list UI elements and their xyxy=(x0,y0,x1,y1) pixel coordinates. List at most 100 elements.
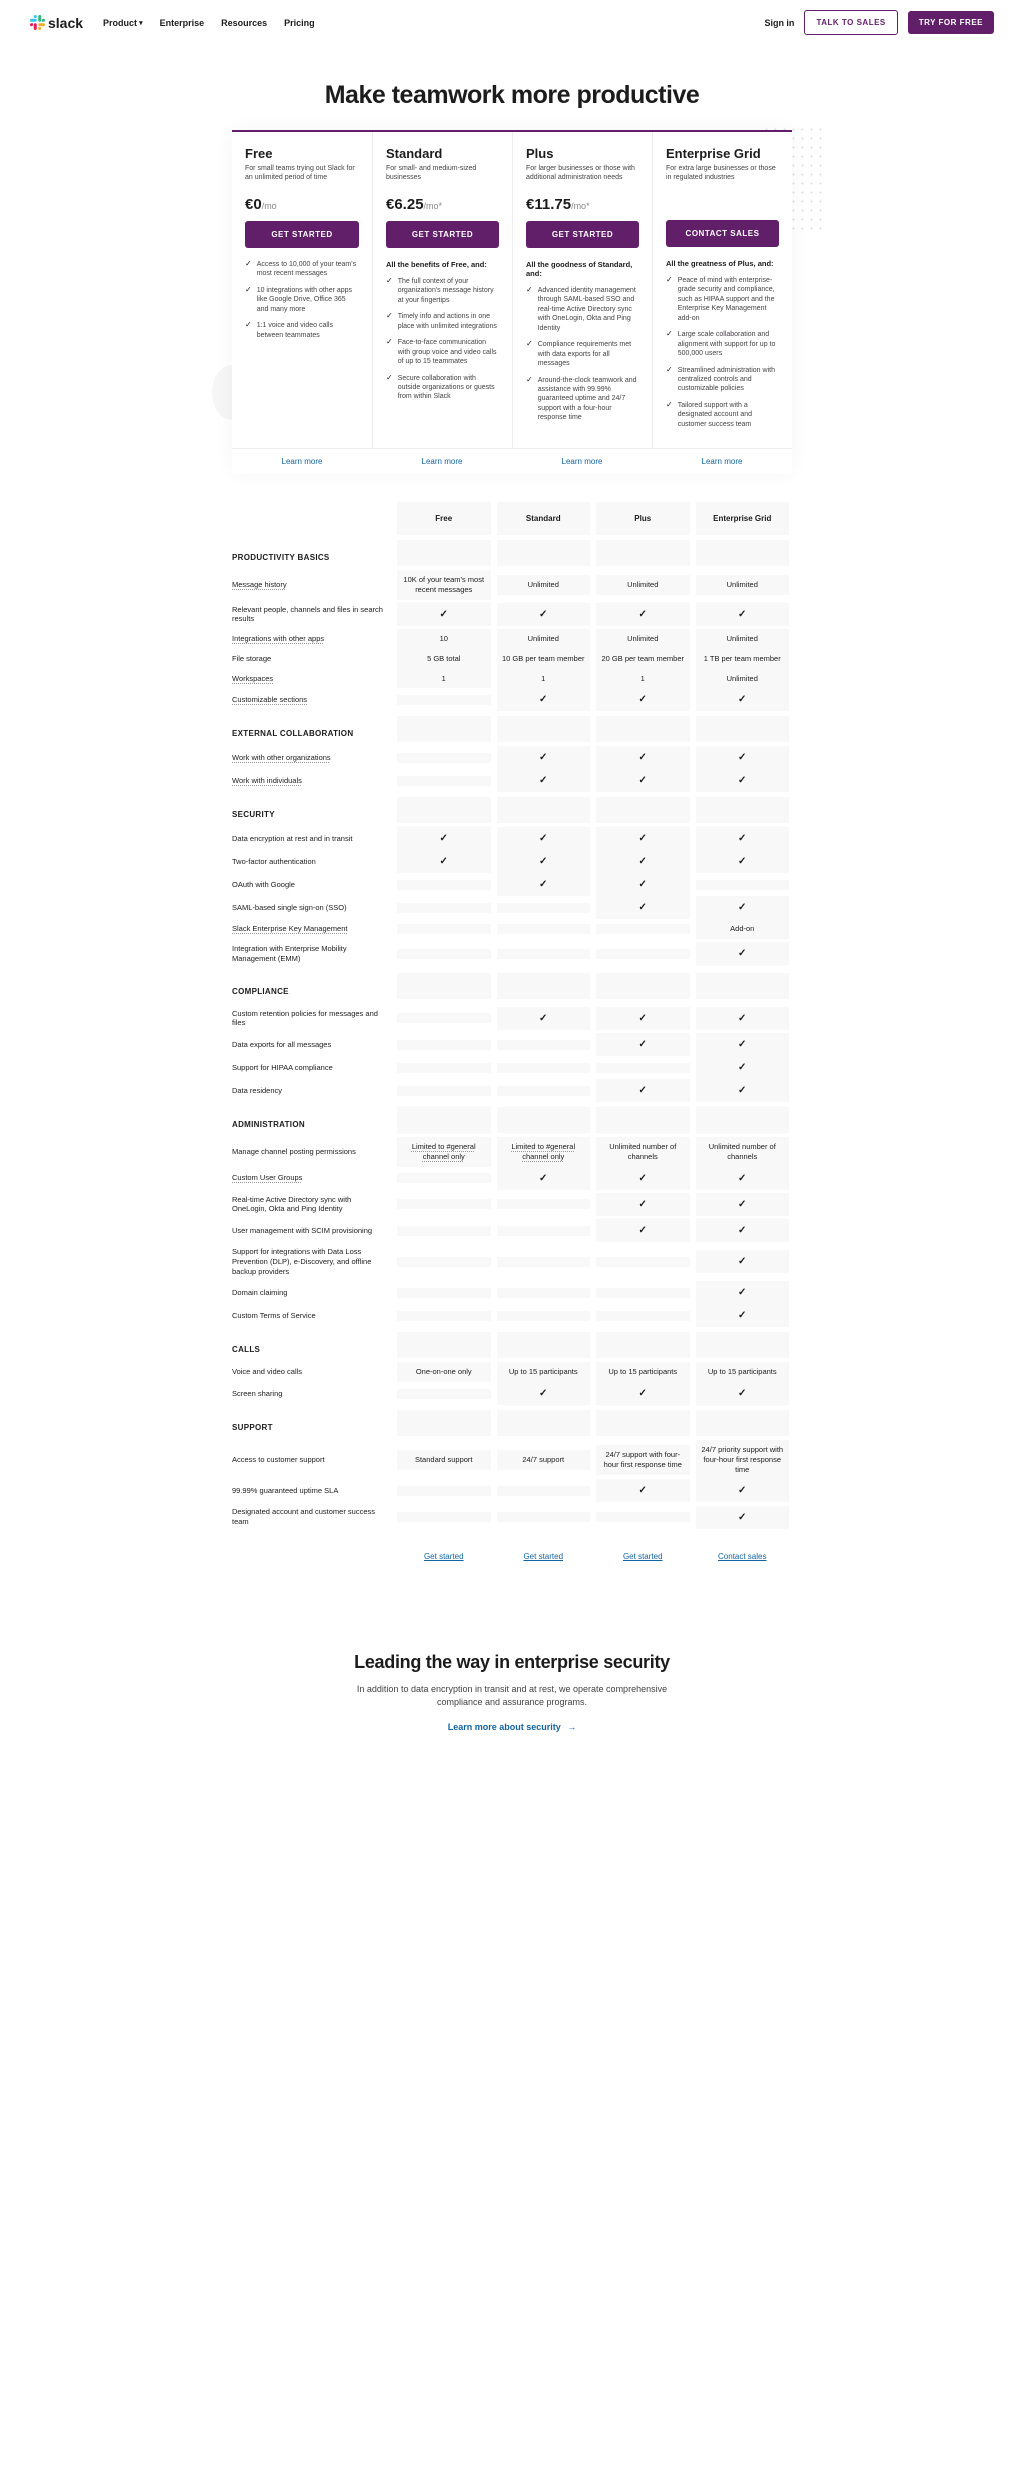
row-label: Workspaces xyxy=(232,669,394,689)
top-nav: slack Product▾ Enterprise Resources Pric… xyxy=(0,0,1024,45)
table-cell xyxy=(397,1512,491,1522)
table-cell xyxy=(696,769,790,792)
table-cell xyxy=(696,827,790,850)
learn-more-link[interactable]: Learn more xyxy=(652,448,792,474)
table-cell xyxy=(397,1173,491,1183)
table-cell xyxy=(596,924,690,934)
category-header: ADMINISTRATION xyxy=(232,1102,394,1137)
table-cell xyxy=(497,1040,591,1050)
table-cell xyxy=(497,1063,591,1073)
plan-cta-button[interactable]: GET STARTED xyxy=(386,221,499,248)
table-cell: 1 xyxy=(497,669,591,689)
row-label: Custom User Groups xyxy=(232,1168,394,1188)
table-cell xyxy=(497,1167,591,1190)
table-cell xyxy=(497,769,591,792)
plan-cta-button[interactable]: CONTACT SALES xyxy=(666,220,779,247)
brand-name: slack xyxy=(48,15,83,31)
row-label: Real-time Active Directory sync with One… xyxy=(232,1190,394,1220)
table-cell xyxy=(397,603,491,626)
plan-name: Enterprise Grid xyxy=(666,146,779,161)
logo[interactable]: slack xyxy=(30,15,83,31)
table-cell xyxy=(397,1288,491,1298)
table-cell xyxy=(596,1257,690,1267)
category-header: SUPPORT xyxy=(232,1405,394,1440)
table-cell xyxy=(596,1167,690,1190)
plan-features: The full context of your organization's … xyxy=(386,277,499,402)
talk-to-sales-button[interactable]: TALK TO SALES xyxy=(804,10,897,35)
table-cta-link[interactable]: Get started xyxy=(494,1546,594,1567)
table-cta-link[interactable]: Contact sales xyxy=(693,1546,793,1567)
plan-description: For small teams trying out Slack for an … xyxy=(245,164,359,186)
plan-description: For larger businesses or those with addi… xyxy=(526,164,639,186)
row-label: Support for integrations with Data Loss … xyxy=(232,1242,394,1281)
plan-description: For small- and medium-sized businesses xyxy=(386,164,499,186)
col-header: Free xyxy=(397,502,491,535)
row-label: SAML-based single sign-on (SSO) xyxy=(232,898,394,918)
table-cell xyxy=(397,924,491,934)
table-cell: 24/7 support xyxy=(497,1450,591,1470)
nav-resources[interactable]: Resources xyxy=(221,18,267,28)
row-label: Work with other organizations xyxy=(232,748,394,768)
table-cell: Unlimited xyxy=(696,575,790,595)
plan-features: Advanced identity management through SAM… xyxy=(526,286,639,423)
table-cell: 1 xyxy=(397,669,491,689)
table-cell xyxy=(497,850,591,873)
table-cell: Unlimited xyxy=(497,629,591,649)
slack-logo-icon xyxy=(30,15,45,30)
nav-product[interactable]: Product▾ xyxy=(103,18,143,28)
table-cta-link[interactable]: Get started xyxy=(394,1546,494,1567)
table-cell xyxy=(397,776,491,786)
learn-more-link[interactable]: Learn more xyxy=(372,448,512,474)
table-cell xyxy=(596,1033,690,1056)
table-cell xyxy=(497,1288,591,1298)
table-cell: Add-on xyxy=(696,919,790,939)
security-body: In addition to data encryption in transi… xyxy=(352,1683,672,1710)
table-cell xyxy=(596,949,690,959)
table-cta-link[interactable]: Get started xyxy=(593,1546,693,1567)
security-title: Leading the way in enterprise security xyxy=(0,1652,1024,1673)
table-cell xyxy=(696,1250,790,1273)
table-cell xyxy=(397,827,491,850)
try-for-free-button[interactable]: TRY FOR FREE xyxy=(908,11,994,34)
table-cell: 10 GB per team member xyxy=(497,649,591,669)
plan-name: Plus xyxy=(526,146,639,161)
table-cell xyxy=(696,1304,790,1327)
security-link[interactable]: Learn more about security → xyxy=(448,1722,577,1732)
row-label: Screen sharing xyxy=(232,1384,394,1404)
row-label: Domain claiming xyxy=(232,1283,394,1303)
table-cell xyxy=(497,1512,591,1522)
row-label: Slack Enterprise Key Management xyxy=(232,919,394,939)
table-cell xyxy=(696,942,790,965)
table-cell: Up to 15 participants xyxy=(696,1362,790,1382)
table-cell xyxy=(696,1219,790,1242)
table-cell xyxy=(497,1086,591,1096)
plans-container: Free For small teams trying out Slack fo… xyxy=(232,130,792,474)
table-cell: Standard support xyxy=(397,1450,491,1470)
table-cell xyxy=(497,924,591,934)
table-cell: Unlimited number of channels xyxy=(596,1137,690,1167)
table-cell xyxy=(596,1193,690,1216)
plan-feature: Streamlined administration with centrali… xyxy=(666,366,779,394)
row-label: Data encryption at rest and in transit xyxy=(232,829,394,849)
table-cell xyxy=(696,896,790,919)
table-cell xyxy=(397,753,491,763)
table-cell: Limited to #general channel only xyxy=(497,1137,591,1167)
plan-feature: Secure collaboration with outside organi… xyxy=(386,374,499,402)
table-cell xyxy=(497,1007,591,1030)
table-cell xyxy=(696,850,790,873)
table-cell xyxy=(696,1056,790,1079)
table-cell xyxy=(596,1007,690,1030)
nav-pricing[interactable]: Pricing xyxy=(284,18,315,28)
learn-more-link[interactable]: Learn more xyxy=(232,448,372,474)
plan-cta-button[interactable]: GET STARTED xyxy=(245,221,359,248)
table-cell xyxy=(397,1226,491,1236)
table-cell xyxy=(596,1063,690,1073)
table-cell xyxy=(596,1079,690,1102)
table-cell xyxy=(397,880,491,890)
row-label: File storage xyxy=(232,649,394,669)
learn-more-link[interactable]: Learn more xyxy=(512,448,652,474)
nav-enterprise[interactable]: Enterprise xyxy=(160,18,205,28)
table-cell xyxy=(596,827,690,850)
plan-cta-button[interactable]: GET STARTED xyxy=(526,221,639,248)
signin-link[interactable]: Sign in xyxy=(764,18,794,28)
